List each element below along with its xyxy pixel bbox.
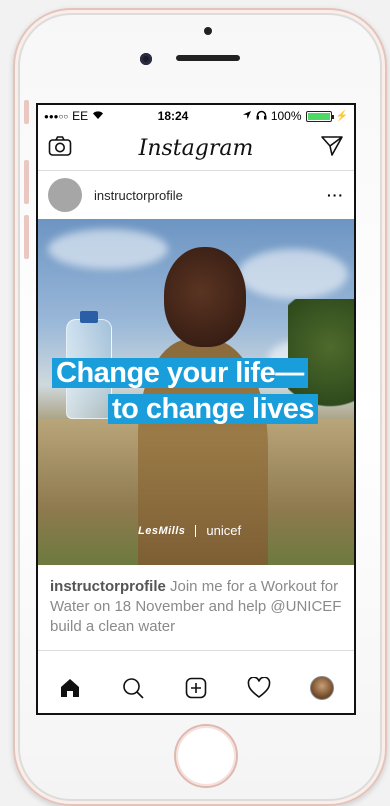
post-username[interactable]: instructorprofile: [94, 188, 327, 203]
post-author-avatar[interactable]: [48, 178, 82, 212]
heart-icon[interactable]: [244, 673, 274, 703]
volume-up-button: [24, 160, 29, 204]
brand-divider: [195, 524, 197, 537]
battery-fill: [307, 112, 330, 120]
battery-percent: 100%: [270, 109, 302, 123]
app-logo: Instagram: [138, 136, 254, 161]
status-left: ●●●○○ EE: [44, 109, 104, 123]
charging-icon: ⚡: [335, 110, 348, 122]
status-bar: ●●●○○ EE 18:24 100% ⚡: [38, 105, 354, 127]
home-button[interactable]: [174, 724, 238, 788]
bottom-tab-bar: [38, 663, 354, 713]
add-post-icon[interactable]: [181, 673, 211, 703]
profile-avatar: [310, 676, 335, 700]
carrier-label: EE: [72, 109, 89, 123]
search-icon[interactable]: [118, 673, 148, 703]
cloud: [48, 229, 168, 269]
camera-icon[interactable]: [48, 135, 72, 162]
cloud: [238, 249, 348, 299]
phone-screen: ●●●○○ EE 18:24 100% ⚡ Instagram instruct…: [36, 103, 356, 715]
status-right: 100% ⚡: [242, 109, 348, 123]
headphones-icon: [256, 109, 267, 123]
front-camera: [140, 53, 152, 65]
post-header: instructorprofile ···: [38, 171, 354, 219]
headline-line-2: to change lives: [108, 394, 319, 424]
location-icon: [242, 109, 252, 123]
bottle-cap: [80, 311, 98, 323]
wifi-icon: [92, 109, 104, 123]
post-caption: instructorprofile Join me for a Workout …: [38, 565, 354, 651]
volume-down-button: [24, 215, 29, 259]
headline-line-1: Change your life—: [52, 358, 308, 388]
post-image[interactable]: Change your life— to change lives LesMil…: [38, 219, 354, 565]
home-icon[interactable]: [55, 673, 85, 703]
direct-message-icon[interactable]: [320, 135, 344, 162]
sensor-dot: [204, 27, 212, 35]
signal-strength-icon: ●●●○○: [44, 111, 69, 121]
caption-username[interactable]: instructorprofile: [50, 578, 166, 595]
profile-tab[interactable]: [307, 673, 337, 703]
clock: 18:24: [157, 109, 189, 123]
child-head: [164, 247, 246, 347]
more-options-icon[interactable]: ···: [327, 187, 344, 203]
unicef-logo: unicef: [206, 523, 242, 538]
earpiece-speaker: [176, 55, 240, 61]
lesmills-logo: LesMills: [138, 524, 186, 537]
brand-logos: LesMills unicef: [138, 523, 241, 538]
battery-icon: [305, 110, 334, 122]
top-nav-bar: Instagram: [38, 127, 354, 171]
mute-switch: [24, 100, 29, 124]
